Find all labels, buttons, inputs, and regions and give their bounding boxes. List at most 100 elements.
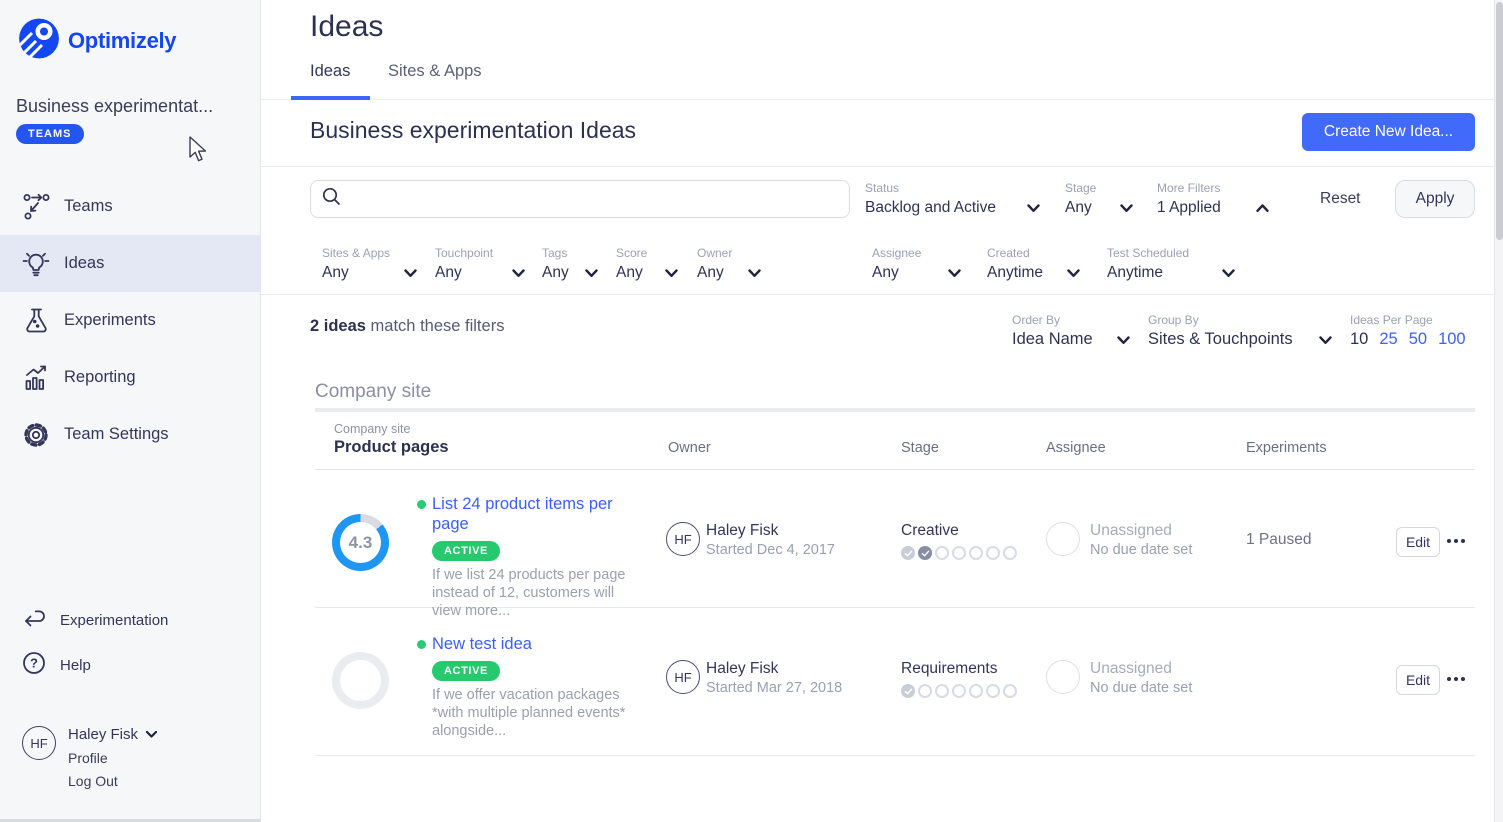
help-icon: ?: [22, 651, 46, 680]
chevron-down-icon: [512, 269, 525, 278]
filter-stage[interactable]: StageAny: [1065, 181, 1133, 217]
scrollbar-thumb[interactable]: [1496, 2, 1503, 240]
help-item[interactable]: ? Help: [22, 651, 91, 680]
main-content: Ideas Ideas Sites & Apps Business experi…: [261, 0, 1494, 822]
filter-tags[interactable]: TagsAny: [542, 246, 598, 282]
owner-name: Haley Fisk: [706, 660, 842, 678]
filter-created[interactable]: CreatedAnytime: [987, 246, 1080, 282]
logout-link[interactable]: Log Out: [68, 773, 157, 789]
ideas-table: Company site Product pages Owner Stage A…: [315, 408, 1475, 756]
results-bar: 2 ideas match these filters Order ByIdea…: [261, 295, 1494, 383]
back-link-label: Experimentation: [60, 612, 168, 629]
avatar[interactable]: HF: [22, 726, 56, 760]
tab-sites-apps[interactable]: Sites & Apps: [388, 62, 482, 81]
chevron-down-icon: [1319, 336, 1332, 345]
order-by-dropdown[interactable]: Order ByIdea Name: [1012, 313, 1130, 349]
return-arrow-icon: [22, 608, 46, 633]
team-name: Business experimentat...: [16, 96, 248, 117]
sidebar-item-ideas[interactable]: Ideas: [0, 235, 261, 292]
filter-label: Created: [987, 246, 1043, 260]
stage-cell: Creative: [901, 522, 1017, 560]
mouse-cursor: [188, 136, 210, 169]
lightbulb-icon: [22, 250, 50, 278]
owner-started: Started Dec 4, 2017: [706, 541, 835, 559]
filter-bar: StatusBacklog and Active StageAny More F…: [261, 167, 1494, 295]
filter-value: Any: [322, 263, 390, 282]
sidebar-item-reporting[interactable]: Reporting: [0, 349, 261, 406]
create-new-idea-button[interactable]: Create New Idea...: [1302, 113, 1475, 151]
stage-dot-check: [901, 684, 915, 698]
table-header-group: Company site: [334, 422, 410, 436]
filter-owner[interactable]: OwnerAny: [697, 246, 761, 282]
search-box[interactable]: [310, 180, 850, 218]
edit-button[interactable]: Edit: [1396, 527, 1440, 557]
score-ring: 4.3: [332, 514, 389, 571]
per-page-option-100[interactable]: 100: [1438, 330, 1466, 349]
chevron-down-icon: [1067, 269, 1080, 278]
gear-icon: [22, 421, 50, 449]
filter-value: Anytime: [1107, 263, 1189, 282]
filter-score[interactable]: ScoreAny: [616, 246, 678, 282]
filter-touchpoint[interactable]: TouchpointAny: [435, 246, 525, 282]
per-page-option-25[interactable]: 25: [1379, 330, 1397, 349]
filter-label: Status: [865, 181, 996, 195]
sidebar-item-teams[interactable]: Teams: [0, 178, 261, 235]
score-ring: [332, 652, 389, 709]
filter-value: Any: [872, 263, 921, 282]
unassigned-avatar: [1046, 522, 1080, 556]
per-page-option-10[interactable]: 10: [1350, 330, 1368, 349]
stage-cell: Requirements: [901, 660, 1017, 698]
chevron-down-icon: [585, 269, 598, 278]
filter-test-scheduled[interactable]: Test ScheduledAnytime: [1107, 246, 1235, 282]
edit-button[interactable]: Edit: [1396, 665, 1440, 695]
brand-logo[interactable]: Optimizely: [18, 17, 176, 65]
filter-more-filters[interactable]: More Filters 1 Applied: [1157, 181, 1269, 217]
tab-ideas[interactable]: Ideas: [310, 62, 350, 81]
profile-link[interactable]: Profile: [68, 750, 157, 766]
group-by-dropdown[interactable]: Group BySites & Touchpoints: [1148, 313, 1332, 349]
teams-icon: [22, 193, 50, 221]
sidebar-item-experiments[interactable]: Experiments: [0, 292, 261, 349]
chevron-down-icon: [665, 269, 678, 278]
sidebar-item-label: Experiments: [64, 311, 156, 330]
idea-title-link[interactable]: List 24 product items per page: [432, 494, 637, 534]
experiments-cell: 1 Paused: [1246, 531, 1312, 549]
owner-cell: Haley Fisk Started Dec 4, 2017: [706, 522, 835, 559]
search-input[interactable]: [349, 184, 849, 214]
sidebar-item-label: Reporting: [64, 368, 136, 387]
idea-title-link[interactable]: New test idea: [432, 634, 637, 654]
svg-text:?: ?: [30, 656, 38, 671]
more-actions-icon[interactable]: [1447, 539, 1465, 543]
filter-value: Any: [1065, 198, 1096, 217]
assignee-due: No due date set: [1090, 679, 1192, 697]
sidebar-nav: Teams Ideas Experiments: [0, 178, 261, 463]
results-match-text: match these filters: [366, 317, 504, 335]
reset-button[interactable]: Reset: [1320, 180, 1361, 218]
filter-value: 1 Applied: [1157, 198, 1221, 217]
idea-cell: New test idea ACTIVE If we offer vacatio…: [417, 634, 642, 740]
assignee-cell: Unassigned No due date set: [1090, 660, 1192, 697]
flask-icon: [22, 307, 50, 335]
vertical-scrollbar[interactable]: [1494, 0, 1503, 822]
filter-status[interactable]: StatusBacklog and Active: [865, 181, 1040, 217]
stage-dot-empty: [969, 546, 983, 560]
filter-label: More Filters: [1157, 181, 1221, 195]
user-menu[interactable]: Haley Fisk: [68, 726, 157, 743]
more-actions-icon[interactable]: [1447, 677, 1465, 681]
group-title: Company site: [315, 381, 431, 403]
sidebar: Optimizely Business experimentat... TEAM…: [0, 0, 261, 822]
apply-button[interactable]: Apply: [1395, 180, 1475, 218]
filter-assignee[interactable]: AssigneeAny: [872, 246, 961, 282]
owner-cell: Haley Fisk Started Mar 27, 2018: [706, 660, 842, 697]
chevron-up-icon: [1256, 204, 1269, 213]
sidebar-item-team-settings[interactable]: Team Settings: [0, 406, 261, 463]
table-header-touchpoint: Product pages: [334, 438, 449, 457]
filter-sites-apps[interactable]: Sites & AppsAny: [322, 246, 417, 282]
stage-dot-empty: [935, 546, 949, 560]
per-page-option-50[interactable]: 50: [1409, 330, 1427, 349]
back-to-experimentation[interactable]: Experimentation: [22, 608, 168, 633]
dropdown-value: Sites & Touchpoints: [1148, 330, 1293, 349]
stage-dot-empty: [1003, 684, 1017, 698]
column-header-assignee: Assignee: [1046, 440, 1106, 456]
chevron-down-icon: [1027, 204, 1040, 213]
